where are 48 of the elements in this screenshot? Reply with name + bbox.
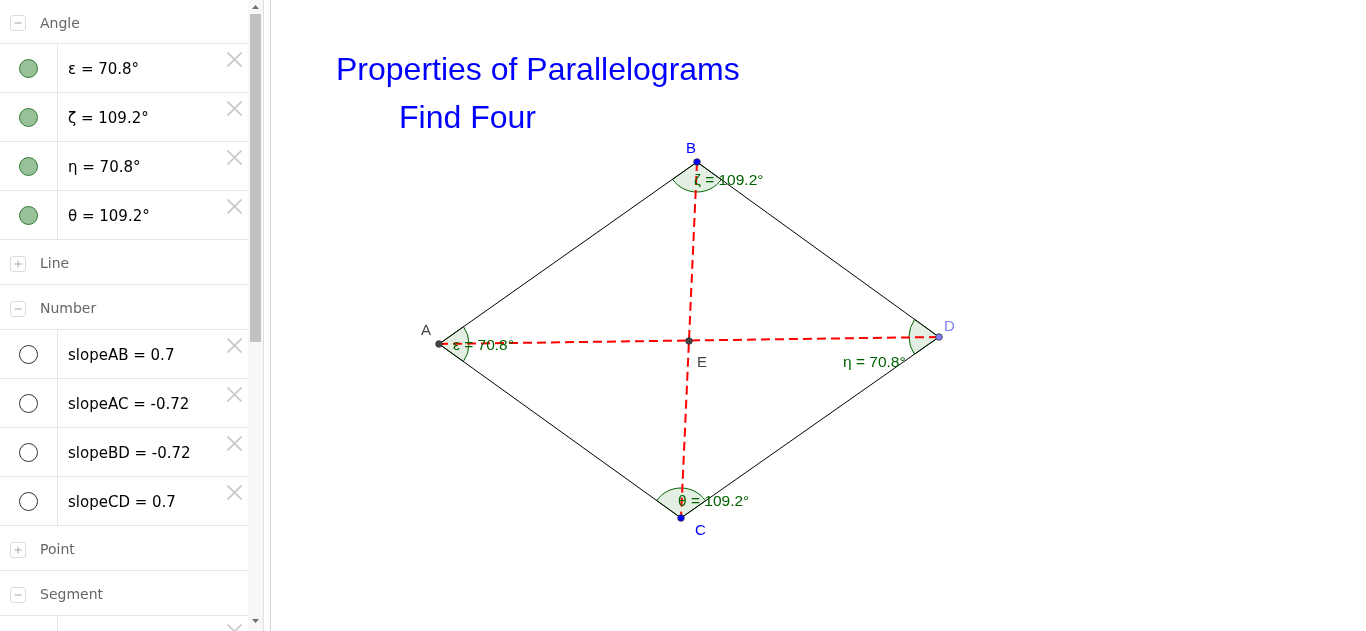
algebra-entry[interactable]: slopeCD = 0.7: [68, 490, 176, 514]
algebra-entry[interactable]: θ = 109.2°: [68, 204, 150, 228]
close-icon[interactable]: [227, 199, 242, 214]
algebra-entry[interactable]: ε = 70.8°: [68, 57, 140, 81]
angle-label: θ = 109.2°: [678, 492, 750, 509]
close-icon[interactable]: [227, 624, 242, 631]
title-text: Find Four: [399, 101, 536, 133]
close-icon[interactable]: [227, 101, 242, 116]
minus-box-icon[interactable]: [10, 586, 26, 603]
close-icon[interactable]: [227, 52, 242, 67]
category-label: Angle: [40, 13, 80, 33]
marble-icon[interactable]: [19, 393, 38, 413]
point-label: D: [944, 317, 955, 334]
minus-box-icon[interactable]: [10, 15, 26, 31]
point-label: C: [695, 521, 706, 538]
caret-up-icon[interactable]: [252, 5, 259, 9]
minus-box-icon[interactable]: [10, 300, 26, 317]
marble-icon[interactable]: [19, 205, 38, 225]
scrollbar[interactable]: [248, 0, 263, 631]
algebra-entry[interactable]: slopeBD = -0.72: [68, 441, 191, 465]
point-label: A: [421, 321, 431, 338]
category-label: Number: [40, 299, 97, 318]
close-icon[interactable]: [227, 436, 242, 451]
algebra-entry[interactable]: η = 70.8°: [68, 155, 141, 179]
close-icon[interactable]: [227, 338, 242, 353]
algebra-entry[interactable]: ζ = 109.2°: [68, 106, 149, 130]
plus-box-icon[interactable]: [10, 255, 26, 272]
category-label: Line: [40, 254, 70, 273]
close-icon[interactable]: [227, 150, 242, 165]
category-label: Point: [40, 540, 75, 559]
plus-box-icon[interactable]: [10, 541, 26, 558]
marble-icon[interactable]: [19, 344, 38, 364]
marble-icon[interactable]: [19, 156, 38, 176]
close-icon[interactable]: [227, 387, 242, 402]
point-label: E: [697, 353, 707, 370]
caret-down-icon[interactable]: [252, 619, 259, 623]
algebra-entry[interactable]: slopeAC = -0.72: [68, 392, 190, 416]
marble-icon[interactable]: [19, 58, 38, 78]
point-label: B: [686, 139, 696, 156]
marble-icon[interactable]: [19, 491, 38, 511]
angle-label: η = 70.8°: [843, 353, 906, 370]
marble-icon[interactable]: [19, 442, 38, 462]
marble-icon[interactable]: [19, 107, 38, 127]
title-text: Properties of Parallelograms: [336, 53, 740, 85]
category-label: Segment: [40, 585, 103, 604]
algebra-entry[interactable]: slopeAB = 0.7: [68, 343, 175, 367]
close-icon[interactable]: [227, 485, 242, 500]
scrollbar-thumb[interactable]: [250, 14, 261, 342]
